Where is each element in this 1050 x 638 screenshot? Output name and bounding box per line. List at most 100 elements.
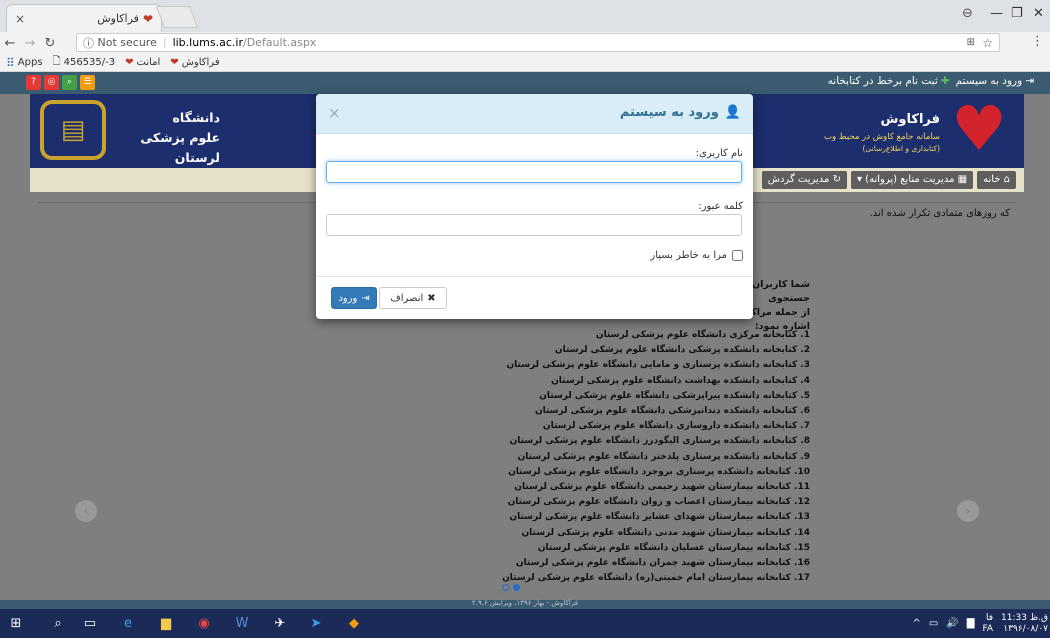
- slider-dot-active[interactable]: [513, 584, 520, 591]
- lang-code: FA: [982, 623, 994, 634]
- heart-icon: ❤: [125, 57, 134, 68]
- edge-browser-icon[interactable]: e: [118, 614, 138, 634]
- target-icon[interactable]: ◎: [44, 75, 59, 90]
- minimize-button[interactable]: —: [990, 6, 1003, 21]
- slider-dot[interactable]: [502, 584, 509, 591]
- footer-text: فراکاوش - بهار ۱۳۹۶، ویرایش ۲.۹.۶: [472, 599, 578, 607]
- telegram-icon[interactable]: ➤: [306, 614, 326, 634]
- menu-resources[interactable]: ▦ مدیریت منابع (پروانه) ▾: [850, 171, 974, 189]
- search-icon[interactable]: ⌕: [48, 614, 68, 634]
- remember-me-checkbox[interactable]: [732, 250, 743, 261]
- tab-close-button[interactable]: ×: [15, 12, 25, 26]
- address-bar[interactable]: ⓘ Not secure | lib.lums.ac.ir /Default.a…: [76, 33, 1000, 52]
- app-orange-icon[interactable]: ◆: [344, 614, 364, 634]
- modal-title-text: ورود به سیستم: [619, 105, 719, 120]
- bookmark-farakavosh[interactable]: ❤ فراکاوش: [170, 57, 219, 68]
- clock[interactable]: 11:33 ق.ظ ۱۳۹۶/۰۸/۰۷: [1001, 613, 1048, 635]
- windows-start-icon[interactable]: ⊞: [6, 614, 26, 634]
- help-icon[interactable]: ?: [26, 75, 41, 90]
- library-list-item: 10. کتابخانه دانشکده پرستاری بروجرد دانش…: [508, 466, 810, 477]
- windows-taskbar: ⊞ ⌕ ▭ e ▆ ◉ W ✈ ➤ ◆ ^ ▭ 🔊 ▇ فا FA 11:33 …: [0, 609, 1050, 638]
- modal-close-button[interactable]: ×: [328, 104, 341, 122]
- volume-icon[interactable]: 🔊: [946, 618, 958, 629]
- search-icon[interactable]: ⌕: [62, 75, 77, 90]
- bookmark-label: فراکاوش: [181, 57, 220, 68]
- library-list-item: 2. کتابخانه دانشکده پزشکی دانشگاه علوم پ…: [554, 345, 810, 356]
- remember-me[interactable]: مرا به خاطر بسپار: [650, 250, 743, 261]
- book-icon: ▦: [957, 174, 968, 185]
- library-list-item: 17. کتابخانه بیمارستان امام خمینی(ره) دا…: [502, 573, 810, 584]
- cancel-button-label: انصراف: [390, 292, 424, 304]
- reload-icon[interactable]: ↻: [40, 36, 60, 51]
- login-button[interactable]: ⇥ ورود: [331, 287, 377, 309]
- register-link-label: ثبت نام برخط در کتابخانه: [827, 75, 938, 87]
- browser-tab[interactable]: ❤ فراکاوش ×: [6, 4, 162, 32]
- bookmark-page[interactable]: 🗋 456535/-3: [53, 54, 116, 71]
- translate-icon[interactable]: ⊞: [967, 37, 975, 48]
- library-list-item: 9. کتابخانه دانشکده پرستاری پلدختر دانشگ…: [517, 451, 810, 462]
- task-view-icon[interactable]: ▭: [80, 614, 100, 634]
- library-list-item: 16. کتابخانه بیمارستان شهید چمران دانشگا…: [515, 558, 810, 569]
- password-label: کلمه عبور:: [698, 201, 743, 212]
- maximize-button[interactable]: ❐: [1011, 6, 1023, 21]
- chrome-browser-icon[interactable]: ◉: [194, 614, 214, 634]
- url-separator: |: [162, 36, 167, 49]
- slider-prev-icon[interactable]: ‹: [75, 500, 97, 522]
- list-icon[interactable]: ☰: [80, 75, 95, 90]
- chevron-up-icon[interactable]: ^: [913, 618, 921, 629]
- brand-logo-area: ♥ فراکاوش سامانه جامع کاوش در محیط وب (ک…: [804, 98, 1014, 164]
- close-window-button[interactable]: ✕: [1033, 6, 1044, 21]
- account-circle-icon[interactable]: ⊖: [962, 6, 973, 21]
- forward-icon[interactable]: →: [20, 36, 40, 51]
- topbar-links: ⇥ ورود به سیستم ✚ ثبت نام برخط در کتابخا…: [828, 75, 1034, 87]
- file-explorer-icon[interactable]: ▆: [156, 614, 176, 634]
- refresh-icon: ↻: [832, 174, 841, 185]
- menu-kebab-icon[interactable]: ⋮: [1031, 34, 1044, 49]
- brand-subtitle: سامانه جامع کاوش در محیط وب: [824, 132, 940, 142]
- password-field[interactable]: [326, 214, 742, 236]
- notification-icon[interactable]: ▇: [967, 618, 975, 629]
- info-icon[interactable]: ⓘ: [83, 35, 98, 51]
- bookmarks-bar: ⠿ Apps 🗋 456535/-3 ❤ امانت ❤ فراکاوش: [0, 54, 1050, 72]
- library-list-item: 14. کتابخانه بیمارستان شهید مدنی دانشگاه…: [521, 527, 811, 538]
- close-icon: ✖: [427, 292, 436, 304]
- menu-home[interactable]: ⌂ خانه: [977, 171, 1016, 189]
- cancel-button[interactable]: ✖ انصراف: [379, 287, 447, 309]
- clock-date: ۱۳۹۶/۰۸/۰۷: [1003, 623, 1048, 634]
- bookmark-amanat[interactable]: ❤ امانت: [125, 57, 160, 68]
- register-link[interactable]: ✚ ثبت نام برخط در کتابخانه: [828, 75, 950, 87]
- library-list-item: 3. کتابخانه دانشکده پرستاری و مامایی دان…: [506, 360, 811, 371]
- language-indicator[interactable]: فا FA: [983, 613, 994, 635]
- login-link[interactable]: ⇥ ورود به سیستم: [956, 75, 1034, 87]
- menu-circulation[interactable]: ↻ مدیریت گردش: [761, 171, 847, 189]
- heart-icon: ❤: [170, 57, 179, 68]
- site-topbar: ? ◎ ⌕ ☰ ⇥ ورود به سیستم ✚ ثبت نام برخط د…: [0, 72, 1050, 94]
- library-list-item: 5. کتابخانه دانشکده پیراپزشکی دانشگاه عل…: [539, 390, 810, 401]
- bookmark-label: 456535/-3: [63, 57, 116, 68]
- library-list-item: 1. کتابخانه مرکزی دانشگاه علوم پزشکی لرس…: [595, 330, 810, 340]
- university-line1: دانشگاه: [172, 110, 220, 125]
- library-list: 1. کتابخانه مرکزی دانشگاه علوم پزشکی لرس…: [502, 328, 811, 586]
- system-tray: ^ ▭ 🔊 ▇ فا FA 11:33 ق.ظ ۱۳۹۶/۰۸/۰۷: [913, 609, 1050, 638]
- heart-icon: ❤: [142, 11, 153, 26]
- star-icon[interactable]: ☆: [982, 36, 993, 50]
- library-list-item: 8. کتابخانه دانشکده پرستاری الیگودرز دان…: [509, 436, 810, 447]
- browser-toolbar: ← → ↻ ⓘ Not secure | lib.lums.ac.ir /Def…: [0, 32, 1050, 54]
- menu-label: مدیریت گردش: [767, 174, 830, 185]
- back-icon[interactable]: ←: [0, 36, 20, 51]
- username-field[interactable]: [326, 161, 742, 183]
- new-tab-button[interactable]: [155, 6, 199, 28]
- lang-label: فا: [985, 612, 994, 623]
- word-icon[interactable]: W: [232, 614, 252, 634]
- network-icon[interactable]: ▭: [929, 618, 938, 629]
- slider-next-icon[interactable]: ›: [957, 500, 979, 522]
- site-footer: فراکاوش - بهار ۱۳۹۶، ویرایش ۲.۹.۶: [0, 599, 1050, 609]
- library-list-item: 7. کتابخانه دانشکده داروسازی دانشگاه علو…: [542, 421, 810, 432]
- plus-icon: ✚: [940, 75, 950, 87]
- bookmark-apps[interactable]: ⠿ Apps: [6, 56, 43, 70]
- app-icon[interactable]: ✈: [270, 614, 290, 634]
- library-list-item: 11. کتابخانه بیمارستان شهید رحیمی دانشگا…: [514, 482, 810, 493]
- slider-dots: [502, 584, 520, 591]
- modal-footer: ⇥ ورود ✖ انصراف: [316, 276, 753, 319]
- home-icon: ⌂: [1003, 174, 1010, 185]
